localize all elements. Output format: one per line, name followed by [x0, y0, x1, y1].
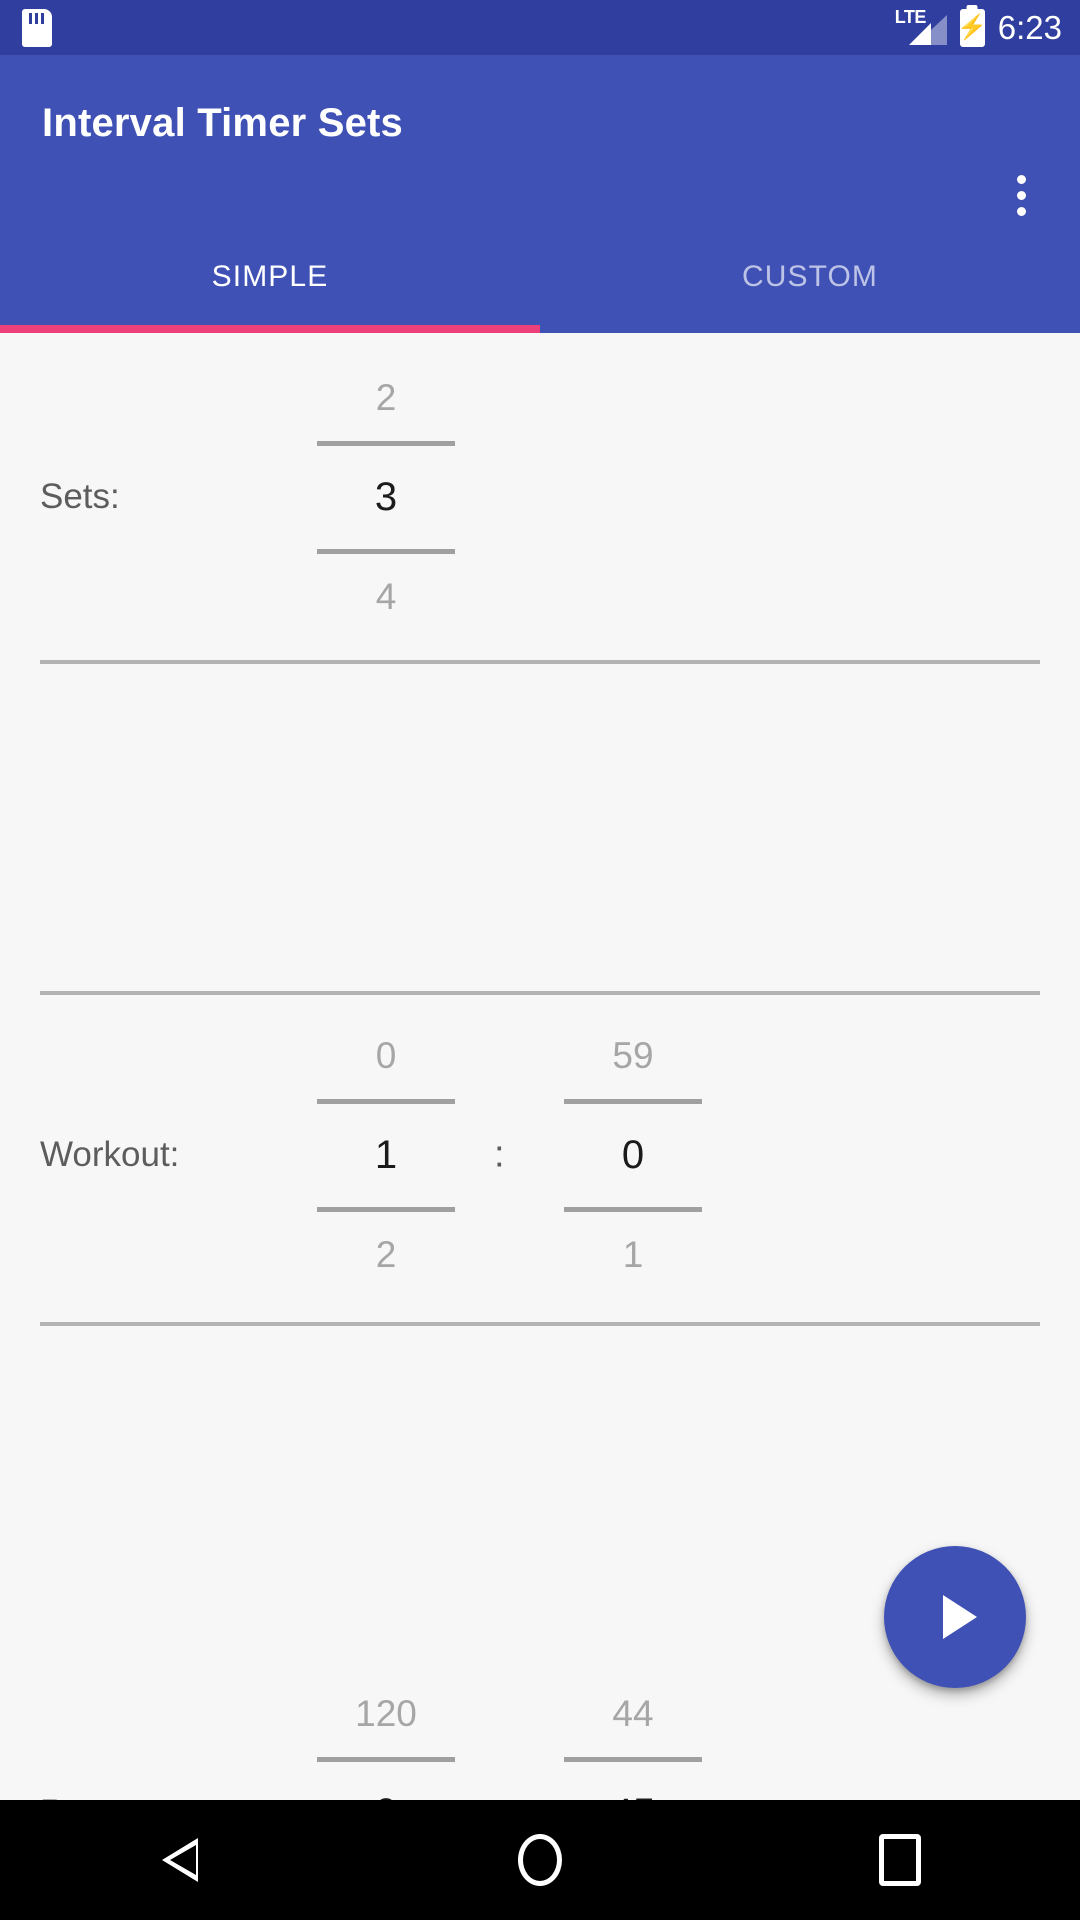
picker-workout-seconds-next[interactable]: 1 — [543, 1212, 723, 1298]
status-bar: LTE ⚡ 6:23 — [0, 0, 1080, 55]
nav-home-button[interactable] — [465, 1800, 615, 1920]
picker-workout-minutes-value[interactable]: 1 — [296, 1104, 476, 1207]
time-colon-separator: : — [494, 1133, 505, 1175]
android-nav-bar — [0, 1800, 1080, 1920]
picker-workout-minutes[interactable]: 0 1 2 — [296, 1013, 476, 1298]
picker-rest-seconds-prev[interactable]: 44 — [543, 1671, 723, 1757]
tab-simple[interactable]: SIMPLE — [0, 221, 540, 333]
tab-indicator — [0, 325, 540, 333]
nav-recents-button[interactable] — [825, 1800, 975, 1920]
app-bar: Interval Timer Sets — [0, 55, 1080, 221]
app-screen: LTE ⚡ 6:23 Interval Timer Sets SIMPLE CU… — [0, 0, 1080, 1920]
picker-sets[interactable]: 2 3 4 — [296, 355, 476, 640]
picker-sets-next[interactable]: 4 — [296, 554, 476, 640]
settings-content: Sets: 2 3 4 Workout: 0 1 2 : 59 0 1 120 … — [0, 333, 1080, 1920]
sdcard-icon — [22, 9, 52, 47]
start-timer-fab[interactable] — [884, 1546, 1026, 1688]
home-circle-icon — [518, 1834, 562, 1886]
section-divider — [40, 660, 1040, 664]
tab-custom[interactable]: CUSTOM — [540, 221, 1080, 333]
clock-time: 6:23 — [997, 9, 1062, 46]
back-triangle-icon — [162, 1838, 198, 1882]
section-divider — [40, 991, 1040, 995]
picker-sets-value[interactable]: 3 — [296, 446, 476, 549]
picker-sets-prev[interactable]: 2 — [296, 355, 476, 441]
page-title: Interval Timer Sets — [42, 101, 404, 145]
picker-workout-seconds-prev[interactable]: 59 — [543, 1013, 723, 1099]
picker-workout-seconds-value[interactable]: 0 — [543, 1104, 723, 1207]
nav-back-button[interactable] — [105, 1800, 255, 1920]
label-sets: Sets: — [40, 476, 120, 516]
tab-bar: SIMPLE CUSTOM — [0, 221, 1080, 333]
play-icon — [943, 1595, 977, 1639]
recents-square-icon — [879, 1834, 921, 1886]
overflow-menu-icon[interactable] — [998, 165, 1044, 225]
charging-bolt-icon: ⚡ — [957, 13, 988, 41]
battery-charging-icon: ⚡ — [957, 8, 988, 47]
picker-rest-minutes-prev[interactable]: 120 — [296, 1671, 476, 1757]
label-workout: Workout: — [40, 1134, 180, 1174]
row-workout: Workout: 0 1 2 : 59 0 1 — [0, 991, 1080, 1318]
picker-workout-seconds[interactable]: 59 0 1 — [543, 1013, 723, 1298]
row-sets: Sets: 2 3 4 — [0, 333, 1080, 660]
section-divider — [40, 1322, 1040, 1326]
picker-workout-minutes-next[interactable]: 2 — [296, 1212, 476, 1298]
signal-bars-icon: LTE — [895, 8, 947, 48]
status-bar-right: LTE ⚡ 6:23 — [895, 0, 1062, 55]
picker-workout-minutes-prev[interactable]: 0 — [296, 1013, 476, 1099]
